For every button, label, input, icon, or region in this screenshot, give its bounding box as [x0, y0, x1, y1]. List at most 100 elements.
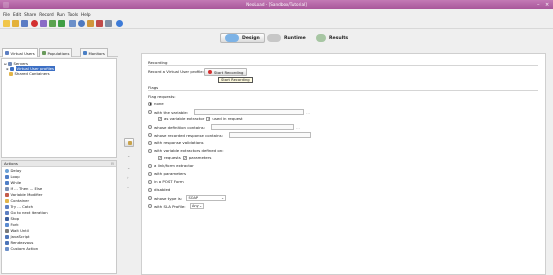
move-up-icon[interactable]: ⌃: [127, 155, 130, 160]
flag-option-validations[interactable]: with response validations: [148, 140, 204, 145]
action-fork[interactable]: Fork: [5, 222, 19, 227]
flag-option-parameters[interactable]: with parameters: [148, 171, 186, 176]
stop-icon: [5, 216, 9, 221]
record-label: Record a Virtual User profile:: [148, 69, 204, 74]
collapse-icon[interactable]: ⊟: [111, 161, 114, 167]
move-down-icon[interactable]: ⌄: [127, 165, 130, 170]
radio-icon[interactable]: [148, 140, 152, 145]
definition-field[interactable]: [211, 124, 295, 130]
save-icon[interactable]: [21, 20, 28, 27]
browse-icon[interactable]: …: [296, 125, 300, 130]
tree-item-shared-containers[interactable]: Shared Containers: [9, 71, 50, 76]
flag-option-disabled[interactable]: disabled: [148, 187, 170, 192]
flag-option-definition[interactable]: whose definition contains:…: [148, 124, 300, 130]
minimize-icon[interactable]: –: [537, 2, 540, 8]
runtime-mode-button[interactable]: Runtime: [263, 33, 310, 43]
action-wait-until[interactable]: Wait Until: [5, 228, 29, 233]
checkbox-icon[interactable]: ✓: [158, 116, 162, 121]
add-element-button[interactable]: [124, 138, 134, 147]
checkbox-icon[interactable]: ✓: [158, 155, 162, 160]
check-icon[interactable]: [49, 20, 56, 27]
action-label: If ... Then ... Else: [10, 186, 43, 191]
sla-select[interactable]: Any ⌄: [189, 203, 204, 209]
indent-icon[interactable]: ›: [127, 175, 129, 180]
browse-icon[interactable]: …: [306, 110, 310, 115]
action-rendezvous[interactable]: Rendezvous: [5, 240, 33, 245]
start-recording-button[interactable]: Start Recording: [204, 68, 248, 76]
open-project-icon[interactable]: [12, 20, 19, 27]
menu-help[interactable]: Help: [81, 12, 91, 17]
stop-record-icon[interactable]: [40, 20, 47, 27]
action-javascript[interactable]: JavaScript: [5, 234, 30, 239]
variable-field[interactable]: [194, 109, 305, 115]
play-icon[interactable]: [58, 20, 65, 27]
response-field[interactable]: [228, 132, 311, 138]
flag-option-type[interactable]: whose type is: SOAP ⌄: [148, 195, 227, 201]
action-while[interactable]: While: [5, 180, 21, 185]
flag-option-post-form[interactable]: in a POST Form: [148, 179, 184, 184]
runtime-icon: [267, 34, 281, 42]
preferences-icon[interactable]: [105, 20, 112, 27]
record-icon[interactable]: [31, 20, 38, 27]
action-go-to-next-iteration[interactable]: Go to next iteration: [5, 210, 48, 215]
try-catch-icon: [5, 204, 9, 209]
design-mode-button[interactable]: Design: [220, 33, 265, 43]
results-mode-button[interactable]: Results: [312, 33, 352, 43]
radio-icon[interactable]: [148, 196, 152, 200]
flag-option-variable[interactable]: with the variable:…: [148, 109, 310, 115]
flag-option-sla[interactable]: with SLA Profile: Any ⌄: [148, 203, 204, 209]
menu-share[interactable]: Share: [24, 12, 36, 17]
action-label: Stop: [10, 216, 20, 221]
tab-virtual-users[interactable]: Virtual Users: [2, 48, 38, 57]
tab-populations[interactable]: Populations: [39, 48, 73, 57]
fork-icon: [5, 222, 9, 227]
flag-option-response[interactable]: whose recorded response contains:: [148, 132, 311, 138]
radio-icon[interactable]: [148, 148, 152, 153]
report-icon[interactable]: [87, 20, 94, 27]
flag-option-extractors[interactable]: with variable extractors defined on:: [148, 148, 224, 153]
tab-label: Monitors: [88, 50, 105, 56]
new-project-icon[interactable]: [3, 20, 10, 27]
radio-icon[interactable]: [148, 110, 152, 114]
tab-monitors[interactable]: Monitors: [80, 48, 108, 57]
start-recording-tooltip: Start Recording: [218, 77, 253, 83]
action-stop[interactable]: Stop: [5, 216, 19, 221]
action-if-then-else[interactable]: If ... Then ... Else: [5, 186, 42, 191]
menu-file[interactable]: File: [3, 12, 10, 17]
option-label: with SLA Profile:: [154, 203, 186, 209]
monitor-icon[interactable]: [69, 20, 76, 27]
action-custom-action[interactable]: Custom Action: [5, 246, 38, 251]
menu-edit[interactable]: Edit: [13, 12, 21, 17]
radio-icon[interactable]: [148, 163, 152, 168]
flag-option-none[interactable]: none: [148, 101, 164, 106]
settings-icon[interactable]: [96, 20, 103, 27]
checkbox-icon[interactable]: ✓: [182, 155, 187, 160]
radio-icon[interactable]: [148, 171, 152, 176]
action-container[interactable]: Container: [5, 198, 29, 203]
action-label: Fork: [10, 222, 19, 227]
menu-run[interactable]: Run: [57, 12, 65, 17]
action-delay[interactable]: Delay: [5, 168, 21, 173]
remove-icon[interactable]: –: [127, 185, 129, 190]
close-icon[interactable]: ×: [545, 2, 549, 8]
web-icon[interactable]: [78, 20, 85, 27]
radio-icon[interactable]: [148, 125, 152, 129]
type-select[interactable]: SOAP ⌄: [186, 195, 227, 201]
action-label: Delay: [10, 168, 22, 173]
help-icon[interactable]: [116, 20, 123, 27]
radio-icon[interactable]: [148, 179, 152, 184]
action-loop[interactable]: Loop: [5, 174, 20, 179]
start-recording-label: Start Recording: [214, 69, 244, 75]
actions-header: Actions ⊟: [2, 161, 116, 167]
radio-icon[interactable]: [148, 101, 152, 106]
next-iteration-icon: [5, 210, 9, 215]
radio-icon[interactable]: [148, 133, 152, 137]
action-variable-modifier[interactable]: Variable Modifier: [5, 192, 42, 197]
menu-record[interactable]: Record: [39, 12, 53, 17]
radio-icon[interactable]: [148, 187, 152, 192]
radio-icon[interactable]: [148, 204, 152, 208]
flag-option-link-form[interactable]: a link/form extractor: [148, 163, 194, 168]
action-try-catch[interactable]: Try ... Catch: [5, 204, 33, 209]
checkbox-icon[interactable]: ✓: [206, 116, 211, 121]
menu-tools[interactable]: Tools: [68, 12, 78, 17]
